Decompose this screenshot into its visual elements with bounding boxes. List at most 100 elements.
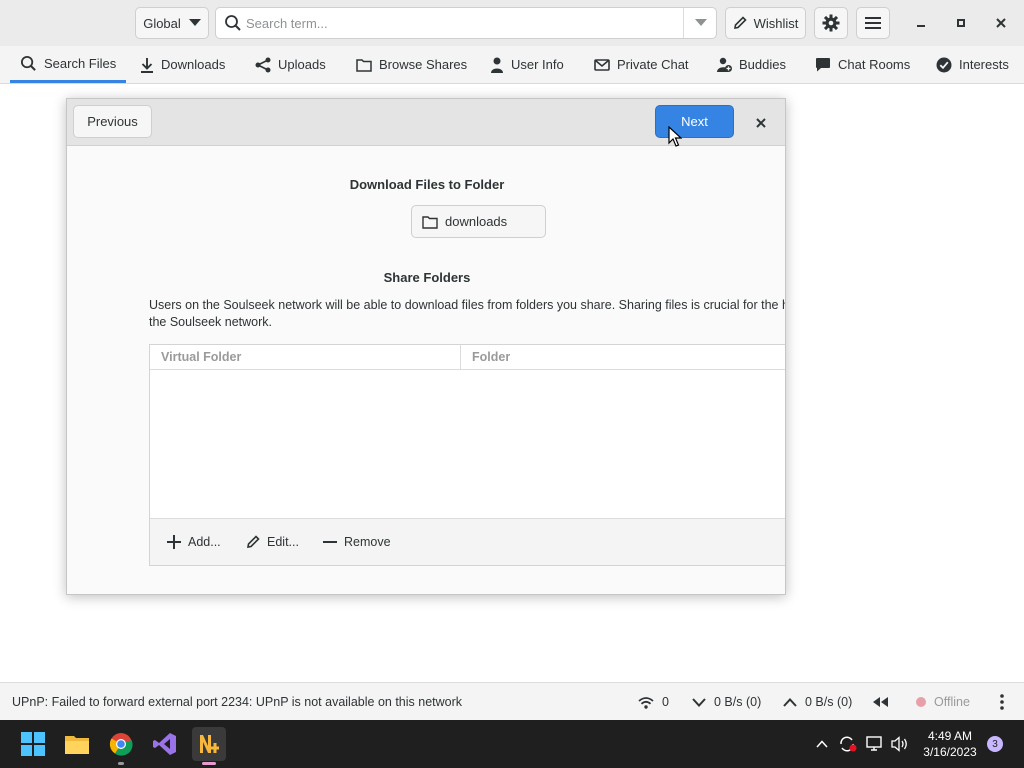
tab-downloads[interactable]: Downloads (130, 46, 235, 83)
status-dot (916, 697, 926, 707)
chrome-taskbar-icon[interactable] (104, 727, 138, 765)
search-input[interactable] (246, 15, 666, 31)
dialog-close-button[interactable] (749, 111, 773, 135)
add-share-button[interactable]: Add... (167, 532, 221, 552)
taskbar-clock[interactable]: 4:49 AM 3/16/2023 (910, 728, 990, 760)
nicotine-plus-icon (200, 735, 219, 753)
search-icon (225, 15, 241, 31)
triangle-down-icon (188, 19, 201, 26)
scope-dropdown[interactable]: Global (135, 7, 209, 39)
preferences-button[interactable] (814, 7, 848, 39)
running-indicator (202, 762, 216, 765)
header-bar: Global Wishlist (0, 0, 1024, 46)
search-history-dropdown-icon[interactable] (695, 19, 707, 27)
chevron-up-icon (816, 740, 828, 748)
connection-status[interactable]: Offline (916, 683, 970, 721)
search-separator (683, 8, 684, 38)
setup-assistant-dialog: Previous Next Download Files to Folder d… (66, 98, 786, 595)
pencil-icon (247, 535, 260, 548)
wifi-icon (638, 696, 654, 709)
connection-status-label: Offline (934, 695, 970, 709)
visual-studio-taskbar-icon[interactable] (148, 727, 182, 761)
tray-volume-button[interactable] (891, 720, 909, 768)
tab-search-files[interactable]: Search Files (10, 46, 127, 83)
shared-folders-list[interactable]: Virtual Folder Folder Add... Edit... Rem… (149, 344, 785, 566)
rewind-icon (873, 697, 888, 707)
away-toggle-button[interactable] (873, 683, 888, 721)
chevron-down-icon (692, 697, 706, 707)
tray-network-button[interactable] (866, 720, 884, 768)
tab-private-chat[interactable]: Private Chat (584, 46, 699, 83)
tab-user-info[interactable]: User Info (480, 46, 574, 83)
nicotine-taskbar-icon[interactable] (192, 727, 226, 765)
upload-speed-indicator[interactable]: 0 B/s (0) (783, 683, 852, 721)
user-icon (491, 57, 503, 73)
status-more-button[interactable] (1000, 683, 1004, 721)
tab-label: Downloads (161, 57, 226, 72)
share-icon (255, 57, 271, 72)
scope-dropdown-value: Global (143, 15, 181, 31)
download-folder-heading: Download Files to Folder (349, 177, 505, 192)
wishlist-button[interactable]: Wishlist (725, 7, 806, 39)
tab-label: Chat Rooms (838, 57, 911, 72)
tab-interests[interactable]: Interests (926, 46, 1019, 83)
tray-overflow-button[interactable] (816, 720, 828, 768)
status-message: UPnP: Failed to forward external port 22… (12, 695, 463, 709)
wishlist-label: Wishlist (753, 15, 799, 31)
speaker-icon (891, 736, 907, 752)
connections-count: 0 (662, 695, 669, 709)
chevron-up-icon (783, 697, 797, 707)
start-button[interactable] (16, 727, 50, 761)
visual-studio-icon (153, 733, 176, 755)
tab-label: User Info (511, 57, 564, 72)
folder-icon (422, 215, 438, 229)
hamburger-menu-icon (865, 17, 881, 29)
tab-label: Uploads (278, 57, 326, 72)
envelope-icon (594, 58, 610, 71)
add-share-label: Add... (188, 535, 221, 549)
search-field[interactable] (215, 7, 717, 39)
previous-button[interactable]: Previous (73, 105, 152, 138)
column-header-folder[interactable]: Folder (461, 345, 785, 370)
check-circle-icon (936, 57, 952, 72)
edit-share-label: Edit... (267, 535, 299, 549)
maximize-icon (957, 19, 965, 27)
download-icon (141, 57, 153, 73)
tab-uploads[interactable]: Uploads (245, 46, 336, 83)
os-taskbar: 4:49 AM 3/16/2023 3 (0, 720, 1024, 768)
close-icon (756, 118, 766, 128)
remove-share-button[interactable]: Remove (323, 532, 391, 552)
download-folder-chooser[interactable]: downloads (411, 205, 546, 238)
tab-chat-rooms[interactable]: Chat Rooms (805, 46, 920, 83)
close-window-button[interactable] (986, 8, 1016, 38)
tab-label: Interests (959, 57, 1009, 72)
tray-sync-icon-button[interactable] (838, 720, 858, 768)
notification-badge: 3 (987, 736, 1003, 752)
tab-buddies[interactable]: Buddies (706, 46, 796, 83)
file-explorer-taskbar-icon[interactable] (60, 727, 94, 761)
main-tab-bar: Search Files Downloads Uploads Browse Sh… (0, 46, 1024, 84)
vertical-dots-icon (1000, 694, 1004, 710)
download-speed-indicator[interactable]: 0 B/s (0) (692, 683, 761, 721)
tab-label: Private Chat (617, 57, 689, 72)
edit-share-button[interactable]: Edit... (246, 532, 299, 552)
download-speed: 0 B/s (0) (714, 695, 762, 709)
column-header-virtual-folder[interactable]: Virtual Folder (150, 345, 461, 370)
tab-label: Search Files (44, 55, 117, 71)
notification-center-button[interactable]: 3 (987, 720, 1003, 768)
running-indicator (118, 762, 124, 765)
network-icon (866, 736, 882, 751)
share-folders-heading: Share Folders (383, 270, 471, 285)
share-description-line: the Soulseek network. (149, 315, 272, 329)
minimize-button[interactable] (906, 8, 936, 38)
folder-icon (356, 58, 372, 72)
next-button[interactable]: Next (655, 105, 734, 138)
maximize-button[interactable] (946, 8, 976, 38)
mouse-cursor-icon (668, 126, 682, 147)
chrome-icon (109, 733, 133, 756)
connections-indicator[interactable]: 0 (638, 683, 669, 721)
plus-icon (167, 535, 181, 549)
windows-logo-icon (21, 732, 45, 756)
main-menu-button[interactable] (856, 7, 890, 39)
tab-browse-shares[interactable]: Browse Shares (346, 46, 477, 83)
